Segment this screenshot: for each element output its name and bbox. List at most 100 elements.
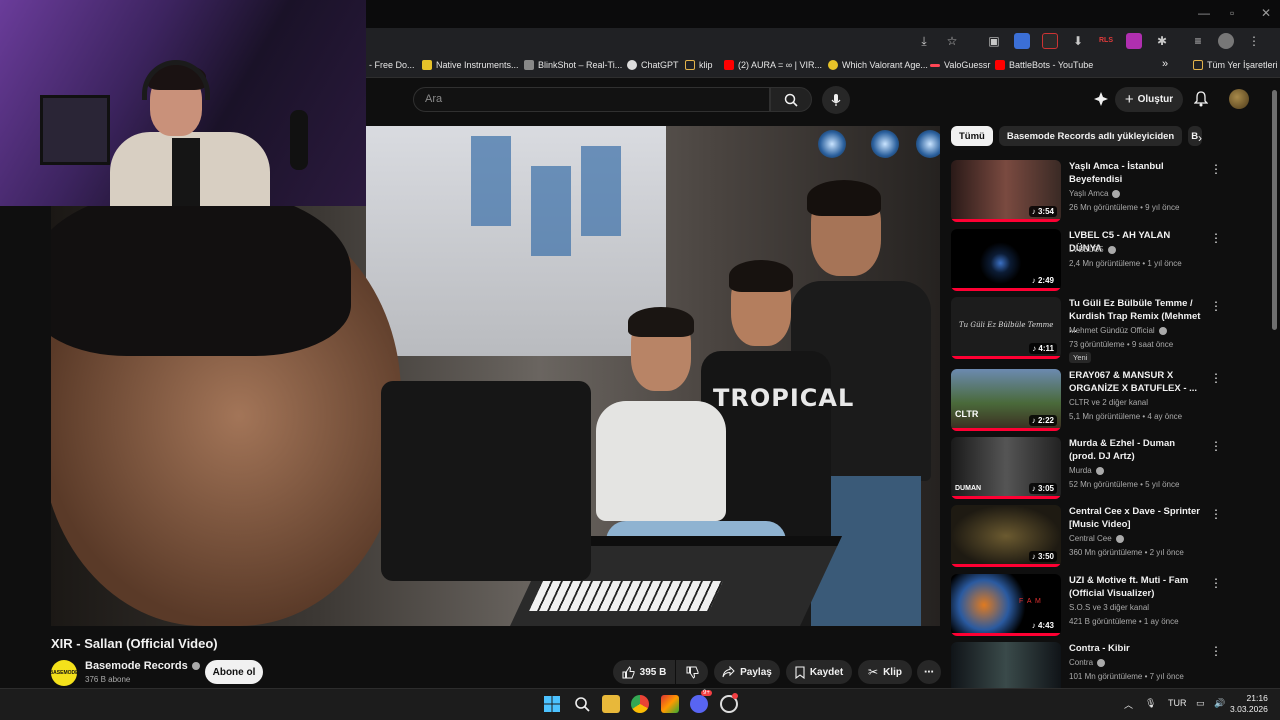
recommendation-item[interactable]: ♪ 3:50 Central Cee x Dave - Sprinter [Mu… bbox=[951, 505, 1231, 569]
recommendation-item[interactable]: Tu Güli Ez Bülbüle Temme ♪ 4:11 Tu Güli … bbox=[951, 297, 1231, 367]
all-bookmarks-button[interactable]: Tüm Yer İşaretleri bbox=[1193, 60, 1278, 70]
recommendation-item[interactable]: ♪ 3:54 Yaşlı Amca - İstanbul Beyefendisi… bbox=[951, 160, 1231, 224]
install-app-icon[interactable]: ⤓ bbox=[916, 33, 932, 49]
recommendation-channel[interactable]: LVBELC5 bbox=[1069, 245, 1116, 254]
extension-icon[interactable]: ▣ bbox=[986, 33, 1002, 49]
create-button[interactable]: + Oluştur bbox=[1115, 87, 1183, 112]
recommendation-menu-button[interactable]: ⋮ bbox=[1210, 439, 1222, 453]
clock[interactable]: 21:16 3.03.2026 bbox=[1230, 693, 1268, 715]
file-explorer-icon[interactable] bbox=[602, 695, 620, 713]
recommendation-title[interactable]: ERAY067 & MANSUR X ORGANİZE X BATUFLEX -… bbox=[1069, 369, 1204, 395]
recommendation-item[interactable]: Contra - Kibir Contra 101 Mn görüntüleme… bbox=[951, 642, 1231, 688]
more-actions-button[interactable]: ⋯ bbox=[917, 660, 941, 684]
menu-dots-icon[interactable]: ⋮ bbox=[1246, 33, 1262, 49]
folder-icon bbox=[1193, 60, 1203, 70]
media-controls-icon[interactable]: ≡ bbox=[1190, 33, 1206, 49]
maximize-icon[interactable]: ▫ bbox=[1230, 6, 1234, 20]
app-icon[interactable] bbox=[661, 695, 679, 713]
discord-icon[interactable]: 9+ bbox=[690, 690, 712, 713]
recommendation-title[interactable]: Yaşlı Amca - İstanbul Beyefendisi bbox=[1069, 160, 1204, 186]
puzzle-icon[interactable]: ✱ bbox=[1154, 33, 1170, 49]
recommendation-menu-button[interactable]: ⋮ bbox=[1210, 231, 1222, 245]
page-scrollbar[interactable] bbox=[1272, 90, 1277, 330]
recommendation-title[interactable]: Murda & Ezhel - Duman (prod. DJ Artz) bbox=[1069, 437, 1204, 463]
search-input[interactable]: Ara bbox=[413, 87, 770, 112]
recommendation-item[interactable]: F A M ♪ 4:43 UZI & Motive ft. Muti - Fam… bbox=[951, 574, 1231, 638]
recommendation-menu-button[interactable]: ⋮ bbox=[1210, 644, 1222, 658]
recommendation-thumbnail[interactable]: Tu Güli Ez Bülbüle Temme ♪ 4:11 bbox=[951, 297, 1061, 359]
chrome-icon[interactable] bbox=[631, 695, 649, 713]
recommendation-menu-button[interactable]: ⋮ bbox=[1210, 507, 1222, 521]
recommendation-title[interactable]: Central Cee x Dave - Sprinter [Music Vid… bbox=[1069, 505, 1204, 531]
minimize-icon[interactable]: — bbox=[1198, 6, 1210, 20]
bookmark-item[interactable]: BattleBots - YouTube bbox=[995, 60, 1093, 70]
app-icon[interactable] bbox=[720, 693, 738, 713]
language-indicator[interactable]: TUR bbox=[1168, 698, 1187, 708]
bookmark-item[interactable]: (2) AURA = ∞ | VIR... bbox=[724, 60, 822, 70]
chip-all[interactable]: Tümü bbox=[951, 126, 993, 146]
recommendation-thumbnail[interactable] bbox=[951, 642, 1061, 688]
recommendation-channel[interactable]: Murda bbox=[1069, 466, 1104, 475]
profile-icon[interactable] bbox=[1218, 33, 1234, 49]
rls-extension-icon[interactable]: RLS bbox=[1098, 33, 1114, 49]
subscribe-button[interactable]: Abone ol bbox=[205, 660, 263, 684]
account-avatar[interactable] bbox=[1229, 89, 1249, 109]
recommendation-item[interactable]: CLTR ♪ 2:22 ERAY067 & MANSUR X ORGANİZE … bbox=[951, 369, 1231, 433]
recommendation-channel[interactable]: Central Cee bbox=[1069, 534, 1124, 543]
bookmark-item[interactable]: Native Instruments... bbox=[422, 60, 519, 70]
recommendation-channel[interactable]: CLTR ve 2 diğer kanal bbox=[1069, 398, 1148, 407]
purple-extension-icon[interactable] bbox=[1126, 33, 1142, 49]
chips-next-button[interactable]: › bbox=[1198, 131, 1202, 145]
bookmark-item[interactable]: ValoGuessr bbox=[930, 60, 990, 70]
recommendation-thumbnail[interactable]: F A M ♪ 4:43 bbox=[951, 574, 1061, 636]
recommendation-menu-button[interactable]: ⋮ bbox=[1210, 576, 1222, 590]
clip-button[interactable]: ✂ Klip bbox=[858, 660, 912, 684]
close-icon[interactable]: ✕ bbox=[1261, 6, 1271, 20]
bookmark-item[interactable]: - Free Do... bbox=[369, 60, 415, 70]
recommendation-thumbnail[interactable]: ♪ 2:49 bbox=[951, 229, 1061, 291]
search-button[interactable] bbox=[770, 87, 812, 112]
recommendation-channel[interactable]: Contra bbox=[1069, 658, 1106, 667]
save-button[interactable]: Kaydet bbox=[786, 660, 852, 684]
start-button[interactable] bbox=[543, 695, 561, 713]
extension-badge-icon[interactable] bbox=[1042, 33, 1058, 49]
recommendation-channel[interactable]: S.O.S ve 3 diğer kanal bbox=[1069, 603, 1149, 612]
bookmark-item[interactable]: klip bbox=[685, 60, 713, 70]
bell-icon bbox=[1194, 91, 1208, 107]
bookmark-item[interactable]: Which Valorant Age... bbox=[828, 60, 928, 70]
bookmark-star-icon[interactable]: ☆ bbox=[944, 33, 960, 49]
bookmark-item[interactable]: BlinkShot – Real-Ti... bbox=[524, 60, 622, 70]
recommendation-item[interactable]: ♪ 2:49 LVBEL C5 - AH YALAN DÜNYA LVBELC5… bbox=[951, 229, 1231, 293]
chip-from-uploader[interactable]: Basemode Records adlı yükleyiciden bbox=[998, 126, 1183, 146]
recommendation-channel[interactable]: Mehmet Gündüz Official bbox=[1069, 326, 1167, 335]
notifications-button[interactable] bbox=[1191, 89, 1211, 109]
translate-extension-icon[interactable] bbox=[1014, 33, 1030, 49]
bookmark-item[interactable]: ChatGPT bbox=[627, 60, 679, 70]
like-button[interactable]: 395 B bbox=[613, 660, 675, 684]
recommendation-channel[interactable]: Yaşlı Amca bbox=[1069, 189, 1121, 198]
recommendation-thumbnail[interactable]: DUMAN ♪ 3:05 bbox=[951, 437, 1061, 499]
recommendation-title[interactable]: Contra - Kibir bbox=[1069, 642, 1204, 655]
volume-icon[interactable]: 🔊 bbox=[1214, 698, 1225, 709]
channel-avatar[interactable]: BASEMODE bbox=[51, 660, 77, 686]
recommendation-item[interactable]: DUMAN ♪ 3:05 Murda & Ezhel - Duman (prod… bbox=[951, 437, 1231, 501]
share-button[interactable]: Paylaş bbox=[714, 660, 780, 684]
dislike-button[interactable] bbox=[676, 660, 708, 684]
recommendation-thumbnail[interactable]: ♪ 3:50 bbox=[951, 505, 1061, 567]
recommendation-title[interactable]: UZI & Motive ft. Muti - Fam (Official Vi… bbox=[1069, 574, 1204, 600]
microphone-tray-icon[interactable]: 🎙 bbox=[1145, 698, 1156, 709]
recommendation-menu-button[interactable]: ⋮ bbox=[1210, 371, 1222, 385]
bookmarks-overflow-button[interactable]: » bbox=[1162, 58, 1168, 70]
gemini-sparkle-button[interactable] bbox=[1091, 89, 1111, 109]
recommendation-menu-button[interactable]: ⋮ bbox=[1210, 162, 1222, 176]
recommendation-menu-button[interactable]: ⋮ bbox=[1210, 299, 1222, 313]
network-icon[interactable]: ▭ bbox=[1196, 698, 1205, 709]
taskbar-search-button[interactable] bbox=[573, 695, 591, 713]
voice-search-button[interactable] bbox=[822, 86, 850, 114]
show-hidden-icons-button[interactable]: ︿ bbox=[1124, 698, 1133, 711]
channel-name[interactable]: Basemode Records bbox=[85, 660, 200, 672]
download-icon[interactable]: ⬇ bbox=[1070, 33, 1086, 49]
recommendation-thumbnail[interactable]: ♪ 3:54 bbox=[951, 160, 1061, 222]
recommendation-thumbnail[interactable]: CLTR ♪ 2:22 bbox=[951, 369, 1061, 431]
notification-badge: 9+ bbox=[701, 690, 712, 696]
